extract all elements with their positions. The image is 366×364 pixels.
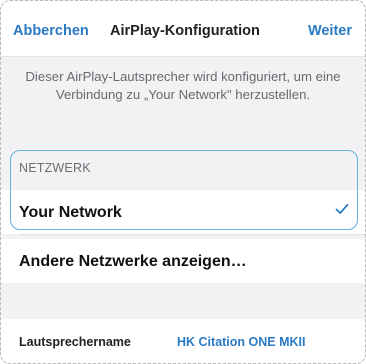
network-row-selected[interactable]: Your Network (1, 190, 365, 234)
checkmark-icon (335, 202, 349, 216)
divider (19, 234, 365, 235)
other-networks-row[interactable]: Andere Netzwerke anzeigen… (1, 239, 365, 283)
network-name: Your Network (19, 204, 122, 221)
speaker-name-label: Lautsprechername (19, 335, 131, 349)
airplay-configuration-sheet: Abberchen AirPlay-Konfiguration Weiter D… (0, 0, 366, 364)
cancel-button[interactable]: Abberchen (13, 23, 89, 39)
page-title: AirPlay-Konfiguration (110, 23, 260, 39)
speaker-name-row[interactable]: Lautsprechername HK Citation ONE MKII (1, 319, 365, 363)
next-button[interactable]: Weiter (308, 23, 352, 39)
navigation-bar: Abberchen AirPlay-Konfiguration Weiter (1, 1, 365, 57)
speaker-name-value[interactable]: HK Citation ONE MKII (177, 335, 305, 349)
other-networks-label: Andere Netzwerke anzeigen… (19, 253, 247, 270)
network-section-header: NETZWERK (1, 151, 365, 183)
section-header-label: NETZWERK (19, 161, 91, 175)
description-text: Dieser AirPlay-Lautsprecher wird konfigu… (25, 69, 341, 102)
